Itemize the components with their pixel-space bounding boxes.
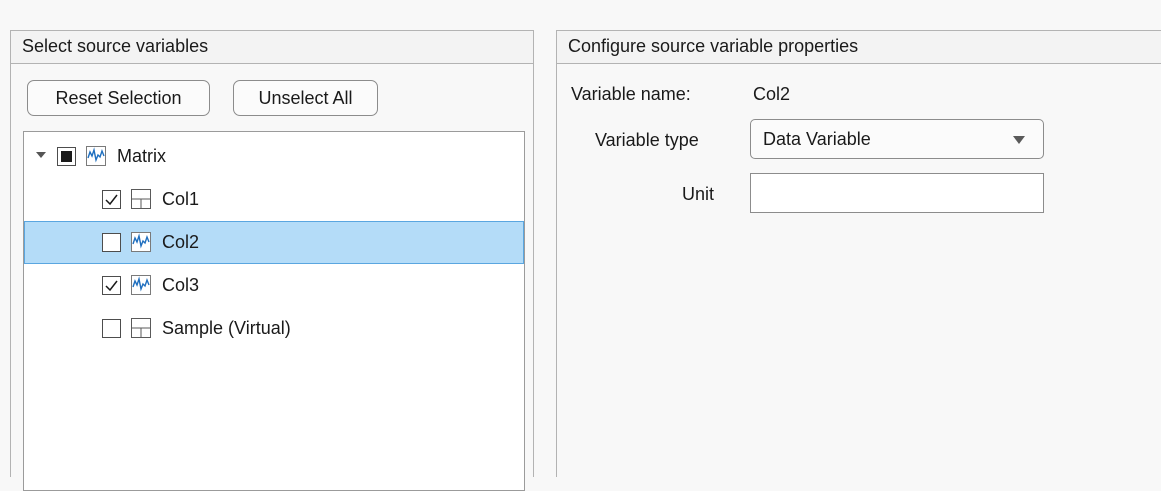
sample-virtual-checkbox[interactable] — [102, 319, 121, 338]
variable-type-selected: Data Variable — [763, 129, 871, 149]
panel-title: Select source variables — [11, 31, 533, 64]
unselect-all-button[interactable]: Unselect All — [233, 80, 378, 116]
matrix-checkbox[interactable] — [57, 147, 76, 166]
variable-type-label: Variable type — [595, 130, 699, 150]
col2-checkbox[interactable] — [102, 233, 121, 252]
col3-checkbox[interactable] — [102, 276, 121, 295]
select-source-variables-panel: Select source variables Reset Selection … — [10, 30, 534, 491]
col1-checkbox[interactable] — [102, 190, 121, 209]
table-icon — [131, 318, 151, 338]
checkmark-icon — [105, 280, 118, 292]
tree-node-label: Col3 — [162, 275, 200, 295]
unit-input[interactable] — [750, 173, 1044, 213]
table-icon — [131, 189, 151, 209]
variable-tree[interactable]: Matrix Col1 Col2 Col3 Sample (Virtual) — [23, 131, 525, 491]
tree-node-col2[interactable]: Col2 — [24, 221, 524, 264]
tree-node-sample-virtual[interactable]: Sample (Virtual) — [24, 307, 524, 350]
signal-icon — [86, 146, 106, 166]
dropdown-arrow-icon[interactable] — [1013, 136, 1025, 144]
panel-title: Configure source variable properties — [557, 31, 1161, 64]
tree-node-label: Matrix — [117, 146, 166, 166]
tree-node-label: Sample (Virtual) — [162, 318, 291, 338]
variable-name-label: Variable name: — [571, 84, 691, 104]
reset-selection-button[interactable]: Reset Selection — [27, 80, 210, 116]
signal-icon — [131, 275, 151, 295]
chevron-down-icon[interactable] — [36, 152, 46, 158]
unit-label: Unit — [682, 184, 715, 204]
configure-source-variable-panel: Configure source variable properties Var… — [556, 30, 1161, 477]
signal-icon — [131, 232, 151, 252]
tree-node-col3[interactable]: Col3 — [24, 264, 524, 307]
tree-node-matrix[interactable]: Matrix — [24, 135, 524, 178]
variable-type-dropdown[interactable]: Data Variable — [750, 119, 1044, 159]
tree-node-label: Col1 — [162, 189, 200, 209]
tree-node-label: Col2 — [162, 232, 200, 252]
variable-name-value: Col2 — [753, 84, 791, 104]
checkmark-icon — [105, 194, 118, 206]
tree-node-col1[interactable]: Col1 — [24, 178, 524, 221]
